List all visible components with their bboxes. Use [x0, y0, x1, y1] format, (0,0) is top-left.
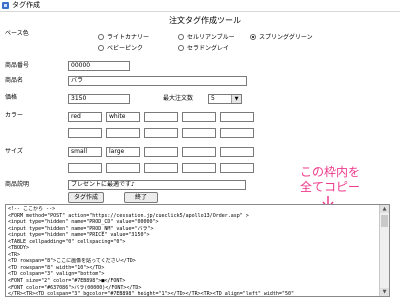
description-label: 商品説明 — [5, 181, 30, 188]
size-label: サイズ — [5, 148, 23, 155]
size-input-2[interactable]: large — [106, 147, 140, 157]
color-input-10[interactable] — [220, 128, 254, 138]
color-input-1[interactable]: red — [68, 112, 102, 122]
window-title: タグ作成 — [12, 1, 40, 9]
window-titlebar: タグ作成 — [0, 0, 400, 12]
size-input-5[interactable] — [220, 147, 254, 157]
scroll-down-icon[interactable]: ▼ — [380, 288, 389, 296]
annotation-line-1: この枠内を — [300, 165, 361, 179]
product-name-input[interactable]: バラ — [68, 76, 247, 86]
size-input-7[interactable] — [106, 163, 140, 173]
page-title: 注文タグ作成ツール — [169, 16, 241, 25]
color-input-8[interactable] — [144, 128, 178, 138]
code-line: </TR><TR><TD colspan="3" bgcolor="#7EB89… — [8, 291, 294, 297]
size-input-9[interactable] — [182, 163, 216, 173]
price-input[interactable]: 3150 — [68, 94, 130, 104]
annotation-line-2: 全てコピー — [300, 180, 361, 194]
product-name-label: 商品名 — [5, 77, 24, 84]
color-input-7[interactable] — [106, 128, 140, 138]
max-qty-value: 5 — [211, 95, 215, 102]
radio-light-canary[interactable]: ライトカナリー — [98, 32, 149, 41]
radio-cerulean-blue[interactable]: セルリアンブルー — [178, 32, 235, 41]
size-input-4[interactable] — [182, 147, 216, 157]
product-code-input[interactable]: 00000 — [68, 61, 130, 71]
size-input-1[interactable]: small — [68, 147, 102, 157]
chevron-down-icon: ▼ — [231, 95, 241, 103]
radio-icon — [98, 33, 104, 40]
color-input-4[interactable] — [182, 112, 216, 122]
scroll-thumb[interactable] — [381, 215, 388, 227]
radio-checked-icon — [250, 33, 256, 40]
color-input-2[interactable]: white — [106, 112, 140, 122]
size-input-8[interactable] — [144, 163, 178, 173]
description-input[interactable]: プレゼントに最適です♪ — [68, 180, 246, 190]
color-input-6[interactable] — [68, 128, 102, 138]
radio-icon — [98, 44, 104, 51]
generated-code-textarea[interactable]: <!-- ここから --> <FORM method="POST" action=… — [5, 204, 390, 297]
radio-icon — [178, 33, 184, 40]
radio-spring-green[interactable]: スプリンググリーン — [250, 32, 313, 41]
max-qty-label: 最大注文数 — [163, 95, 194, 102]
exit-button[interactable]: 終了 — [124, 192, 158, 203]
color-input-5[interactable] — [220, 112, 254, 122]
max-qty-select[interactable]: 5 ▼ — [208, 94, 242, 104]
vertical-scrollbar[interactable]: ▲ ▼ — [379, 205, 389, 296]
size-input-3[interactable] — [144, 147, 178, 157]
color-input-3[interactable] — [144, 112, 178, 122]
radio-baby-pink[interactable]: ベビーピンク — [98, 43, 143, 52]
radio-icon — [178, 44, 184, 51]
code-lines: <!-- ここから --> <FORM method="POST" action=… — [8, 206, 379, 297]
color-input-9[interactable] — [182, 128, 216, 138]
color-label: カラー — [5, 112, 24, 119]
price-label: 価格 — [5, 94, 18, 101]
copy-instruction-annotation: この枠内を 全てコピー — [300, 165, 372, 195]
create-tag-button[interactable]: タグ作成 — [68, 192, 104, 203]
scroll-up-icon[interactable]: ▲ — [380, 205, 389, 213]
app-icon — [2, 2, 9, 9]
base-color-label: ベース色 — [5, 30, 29, 37]
radio-celadon-gray[interactable]: セラドングレイ — [178, 43, 229, 52]
size-input-6[interactable] — [68, 163, 102, 173]
product-code-label: 商品番号 — [5, 62, 30, 69]
size-input-10[interactable] — [220, 163, 254, 173]
